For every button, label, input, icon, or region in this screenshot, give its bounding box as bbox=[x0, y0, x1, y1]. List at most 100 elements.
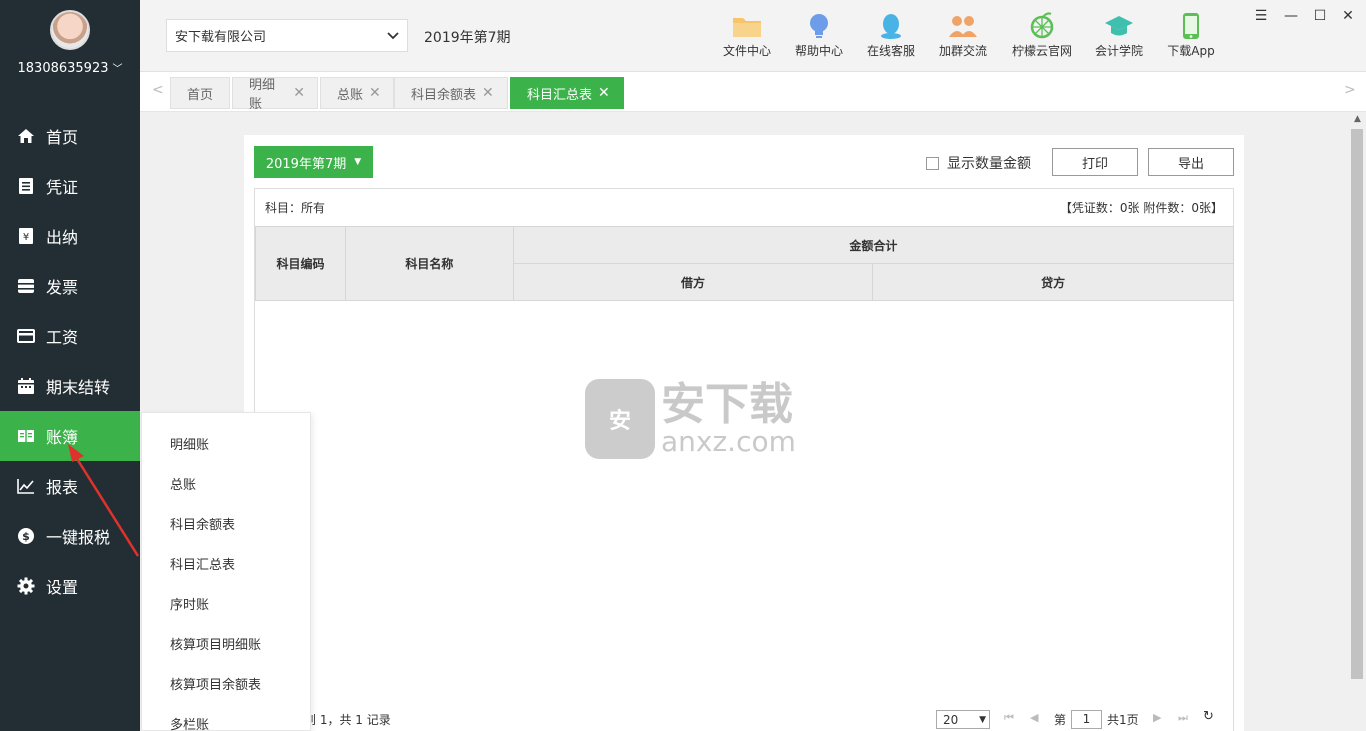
maximize-icon[interactable]: ☐ bbox=[1310, 8, 1330, 24]
export-label: 导出 bbox=[1177, 156, 1204, 172]
avatar[interactable] bbox=[50, 10, 90, 50]
company-select[interactable]: 安下载有限公司 bbox=[166, 19, 408, 52]
column-header-total: 金额合计 bbox=[512, 226, 1235, 264]
chart-icon bbox=[16, 476, 36, 496]
submenu-item-account-balance[interactable]: 科目余额表 bbox=[142, 503, 310, 543]
lightbulb-icon bbox=[804, 12, 834, 40]
sidebar: 18308635923 ﹀ 首页 凭证 ¥ 出纳 发票 工资 期末结转 账簿 报… bbox=[0, 0, 140, 731]
tab-home[interactable]: 首页 bbox=[170, 77, 230, 109]
scroll-up-icon[interactable]: ▲ bbox=[1349, 114, 1366, 128]
submenu-item-multi-column[interactable]: 多栏账 bbox=[142, 703, 310, 731]
download-app-button[interactable]: 下载App bbox=[1159, 12, 1223, 59]
close-icon[interactable]: ✕ bbox=[1338, 8, 1358, 24]
company-name: 安下载有限公司 bbox=[175, 30, 267, 45]
help-center-button[interactable]: 帮助中心 bbox=[787, 12, 851, 59]
page-total: 共1页 bbox=[1107, 713, 1139, 727]
submenu-item-general-ledger[interactable]: 总账 bbox=[142, 463, 310, 503]
show-quantity-toggle[interactable]: 显示数量金额 bbox=[926, 153, 1031, 173]
page-size-select[interactable]: 20 ▼ bbox=[936, 710, 990, 729]
user-menu[interactable]: 18308635923 ﹀ bbox=[0, 60, 140, 76]
show-quantity-checkbox[interactable] bbox=[926, 156, 939, 170]
watermark-en: anxz.com bbox=[661, 425, 796, 458]
column-header-code[interactable]: 科目编码 bbox=[255, 226, 346, 301]
tab-account-balance[interactable]: 科目余额表 ✕ bbox=[394, 77, 508, 109]
sidebar-item-home[interactable]: 首页 bbox=[0, 111, 140, 161]
print-button[interactable]: 打印 bbox=[1052, 148, 1138, 176]
tab-detail-ledger[interactable]: 明细账 ✕ bbox=[232, 77, 318, 112]
books-submenu: 明细账 总账 科目余额表 科目汇总表 序时账 核算项目明细账 核算项目余额表 多… bbox=[141, 412, 311, 731]
close-icon[interactable]: ✕ bbox=[293, 85, 305, 101]
submenu-item-project-balance[interactable]: 核算项目余额表 bbox=[142, 663, 310, 703]
sidebar-item-label: 期末结转 bbox=[46, 378, 111, 397]
sidebar-item-label: 发票 bbox=[46, 278, 79, 297]
watermark: 安 安下载 anxz.com bbox=[585, 379, 796, 459]
sidebar-item-label: 凭证 bbox=[46, 178, 79, 197]
print-label: 打印 bbox=[1081, 156, 1108, 172]
next-page-icon[interactable]: ▶ bbox=[1153, 711, 1161, 724]
svg-text:$: $ bbox=[22, 530, 30, 543]
tab-general-ledger[interactable]: 总账 ✕ bbox=[320, 77, 394, 109]
calendar-icon bbox=[16, 376, 36, 396]
page-number-input[interactable]: 1 bbox=[1071, 710, 1102, 729]
tool-label: 文件中心 bbox=[722, 44, 771, 58]
column-header-credit[interactable]: 贷方 bbox=[872, 263, 1234, 301]
phone-icon bbox=[1176, 12, 1206, 40]
prev-page-icon[interactable]: ◀ bbox=[1030, 711, 1038, 724]
menu-icon[interactable]: ☰ bbox=[1251, 8, 1271, 24]
chevron-down-icon: ﹀ bbox=[112, 64, 123, 75]
submenu-item-journal[interactable]: 序时账 bbox=[142, 583, 310, 623]
tool-label: 帮助中心 bbox=[794, 44, 843, 58]
first-page-icon[interactable]: ⏮ bbox=[1004, 711, 1014, 725]
file-center-button[interactable]: 文件中心 bbox=[715, 12, 779, 59]
vertical-scrollbar[interactable]: ▲ bbox=[1349, 112, 1366, 731]
close-icon[interactable]: ✕ bbox=[598, 85, 610, 101]
online-service-button[interactable]: 在线客服 bbox=[859, 12, 923, 59]
page-size-value: 20 bbox=[943, 712, 959, 727]
sidebar-item-settings[interactable]: 设置 bbox=[0, 561, 140, 611]
close-icon[interactable]: ✕ bbox=[369, 85, 381, 101]
refresh-icon[interactable]: ↻ bbox=[1203, 709, 1214, 724]
column-header-name[interactable]: 科目名称 bbox=[344, 226, 514, 301]
report-info-row: 科目：所有 【凭证数：0张 附件数：0张】 bbox=[255, 189, 1233, 226]
export-button[interactable]: 导出 bbox=[1148, 148, 1234, 176]
submenu-item-detail-ledger[interactable]: 明细账 bbox=[142, 423, 310, 463]
tool-label: 加群交流 bbox=[938, 44, 987, 58]
report-table: 科目编码 科目名称 金额合计 借方 贷方 bbox=[255, 226, 1235, 301]
period-dropdown[interactable]: 2019年第7期 ▼ bbox=[254, 146, 373, 178]
join-group-button[interactable]: 加群交流 bbox=[931, 12, 995, 59]
sidebar-item-period-close[interactable]: 期末结转 bbox=[0, 361, 140, 411]
report-panel: 2019年第7期 ▼ 显示数量金额 打印 导出 科目：所有 【凭证数：0张 附件数… bbox=[244, 135, 1244, 731]
tabs-scroll-left-icon[interactable]: < bbox=[152, 82, 164, 98]
sidebar-item-voucher[interactable]: 凭证 bbox=[0, 161, 140, 211]
report-table-container: 科目：所有 【凭证数：0张 附件数：0张】 科目编码 科目名称 金额合计 借方 … bbox=[254, 188, 1235, 731]
tool-label: 在线客服 bbox=[866, 44, 915, 58]
tab-label: 总账 bbox=[337, 87, 364, 103]
minimize-icon[interactable]: — bbox=[1281, 8, 1301, 24]
period-dropdown-label: 2019年第7期 bbox=[265, 156, 347, 172]
sidebar-item-cashier[interactable]: ¥ 出纳 bbox=[0, 211, 140, 261]
salary-icon bbox=[16, 326, 36, 346]
sidebar-item-invoice[interactable]: 发票 bbox=[0, 261, 140, 311]
user-phone: 18308635923 bbox=[17, 61, 109, 76]
scrollbar-thumb[interactable] bbox=[1351, 129, 1363, 679]
submenu-item-project-detail[interactable]: 核算项目明细账 bbox=[142, 623, 310, 663]
column-header-debit[interactable]: 借方 bbox=[512, 263, 874, 301]
lemon-icon bbox=[1027, 12, 1057, 40]
close-icon[interactable]: ✕ bbox=[482, 85, 494, 101]
tab-account-summary[interactable]: 科目汇总表 ✕ bbox=[510, 77, 624, 109]
graduation-cap-icon bbox=[1104, 12, 1134, 40]
subject-filter: 科目：所有 bbox=[265, 201, 326, 215]
lemon-cloud-site-button[interactable]: 柠檬云官网 bbox=[1009, 12, 1075, 59]
tabs-scroll-right-icon[interactable]: > bbox=[1344, 82, 1356, 98]
invoice-icon bbox=[16, 276, 36, 296]
shield-icon: 安 bbox=[585, 379, 655, 459]
sidebar-item-salary[interactable]: 工资 bbox=[0, 311, 140, 361]
submenu-item-account-summary[interactable]: 科目汇总表 bbox=[142, 543, 310, 583]
accounting-academy-button[interactable]: 会计学院 bbox=[1087, 12, 1151, 59]
tax-icon: $ bbox=[16, 526, 36, 546]
last-page-icon[interactable]: ⏭ bbox=[1178, 711, 1188, 725]
caret-down-icon: ▼ bbox=[979, 714, 986, 725]
voucher-summary: 【凭证数：0张 附件数：0张】 bbox=[1059, 201, 1223, 215]
book-icon bbox=[16, 426, 36, 446]
current-period: 2019年第7期 bbox=[424, 30, 511, 46]
